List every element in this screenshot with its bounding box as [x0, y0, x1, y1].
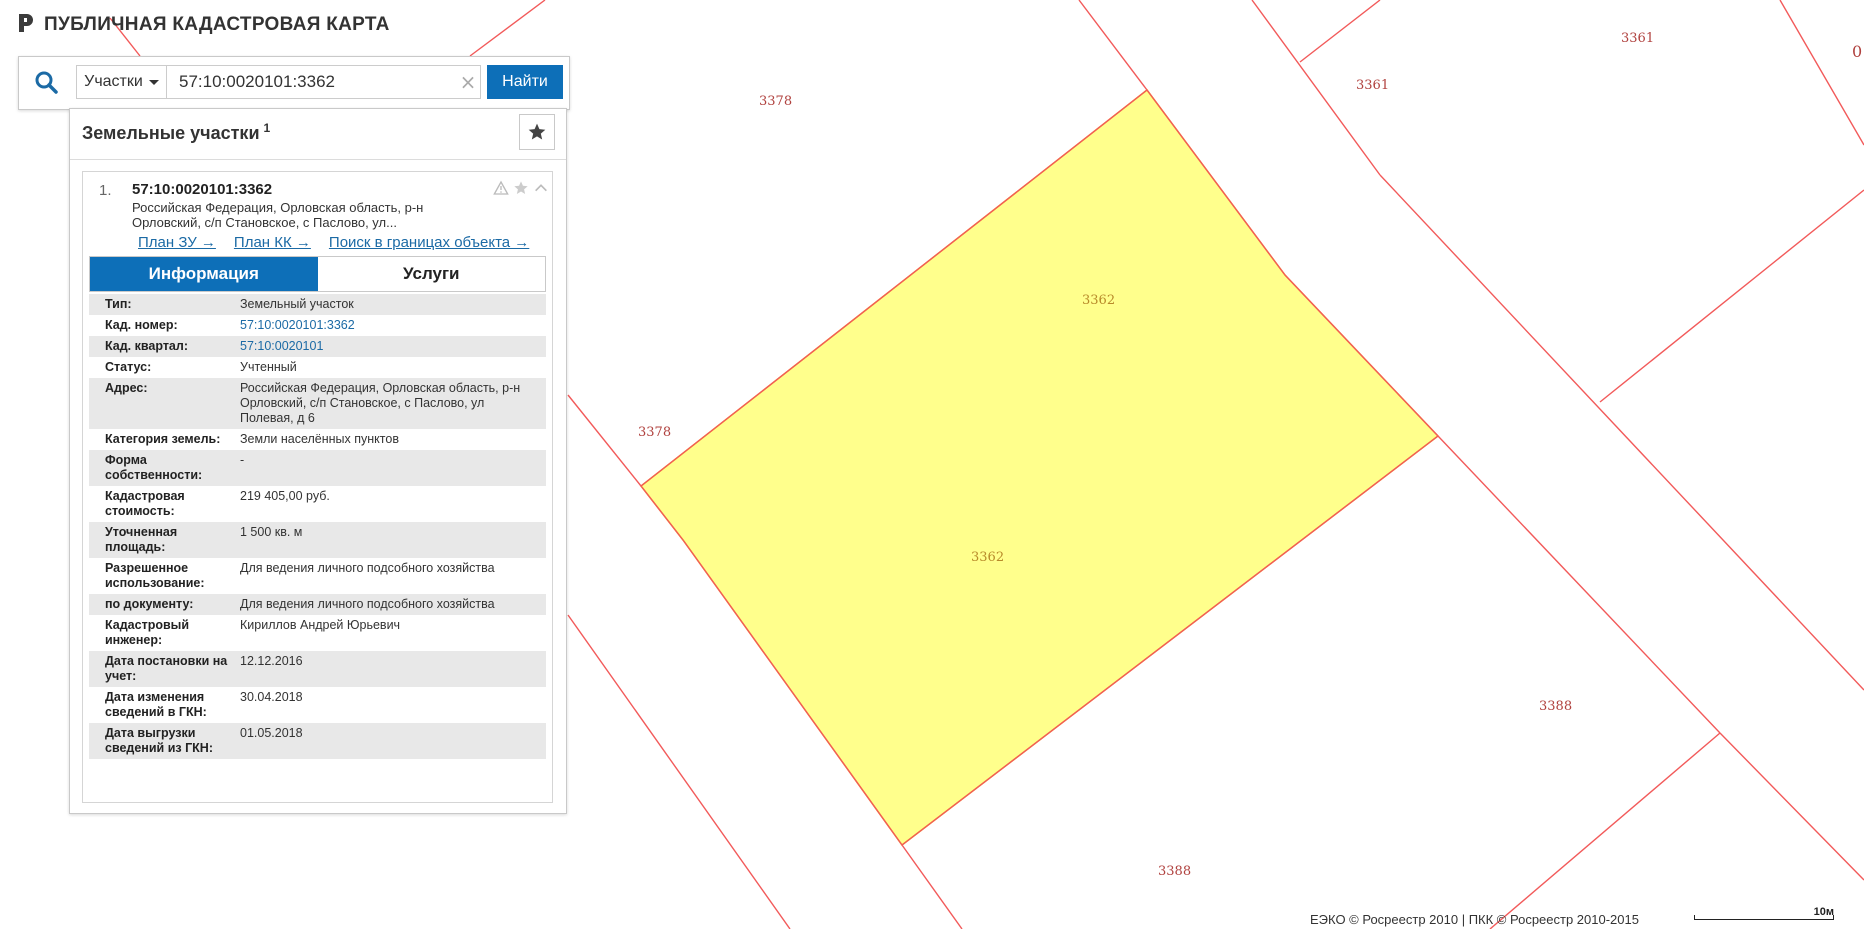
star-icon[interactable] — [513, 180, 529, 196]
map-label-3362: 3362 — [971, 550, 1005, 565]
map-attribution: ЕЭКО © Росреестр 2010 | ПКК © Росреестр … — [1310, 912, 1639, 927]
results-panel: Земельные участки 1 1. 57:10:0020101:3362… — [69, 108, 567, 814]
map-label-3388: 3388 — [1158, 864, 1192, 879]
result-address: Российская Федерация, Орловская область,… — [132, 200, 424, 230]
map-label-0: 0 — [1852, 42, 1863, 61]
result-card: 1. 57:10:0020101:3362 Российская Федерац… — [82, 171, 553, 803]
brand[interactable]: ПУБЛИЧНАЯ КАДАСТРОВАЯ КАРТА — [18, 12, 390, 38]
info-row-registered: Дата постановки на учет: 12.12.2016 — [89, 651, 546, 687]
favorites-button[interactable] — [519, 114, 555, 150]
map-label-3378: 3378 — [638, 425, 672, 440]
map-label-3378: 3378 — [759, 94, 793, 109]
result-count: 1 — [263, 121, 271, 135]
tab-services[interactable]: Услуги — [317, 257, 545, 291]
clear-search-icon[interactable]: × — [457, 66, 479, 98]
plan-zu-link[interactable]: План ЗУ → — [138, 234, 216, 251]
map-label-3361: 3361 — [1356, 78, 1390, 93]
star-icon — [528, 123, 546, 140]
search-in-bounds-link[interactable]: Поиск в границах объекта → — [329, 234, 529, 251]
map-label-3361: 3361 — [1621, 31, 1655, 46]
info-row-permitted-use: Разрешенное использование: Для ведения л… — [89, 558, 546, 594]
pkk-logo-icon — [18, 12, 36, 38]
cad-number-link[interactable]: 57:10:0020101:3362 — [240, 318, 546, 333]
cad-quarter-link[interactable]: 57:10:0020101 — [240, 339, 546, 354]
card-links: План ЗУ → План КК → Поиск в границах объ… — [138, 234, 529, 251]
tab-info[interactable]: Информация — [90, 257, 318, 291]
info-row-status: Статус: Учтенный — [89, 357, 546, 378]
app-title: ПУБЛИЧНАЯ КАДАСТРОВАЯ КАРТА — [44, 14, 390, 35]
search-input[interactable] — [166, 65, 481, 99]
info-row-exported: Дата выгрузки сведений из ГКН: 01.05.201… — [89, 723, 546, 759]
info-row-area: Уточненная площадь: 1 500 кв. м — [89, 522, 546, 558]
info-row-land-category: Категория земель: Земли населённых пункт… — [89, 429, 546, 450]
info-row-ownership: Форма собственности: - — [89, 450, 546, 486]
chevron-up-icon[interactable] — [533, 180, 549, 196]
info-row-address: Адрес: Российская Федерация, Орловская о… — [89, 378, 546, 429]
plan-kk-link[interactable]: План КК → — [234, 234, 311, 251]
result-index: 1. — [99, 182, 112, 199]
search-type-label: Участки — [84, 73, 143, 90]
search-type-dropdown[interactable]: Участки — [76, 65, 166, 99]
map-label-3362: 3362 — [1082, 293, 1116, 308]
scale-bar: 10м — [1694, 906, 1834, 922]
panel-header: Земельные участки 1 — [70, 109, 566, 160]
info-row-cad-quarter: Кад. квартал: 57:10:0020101 — [89, 336, 546, 357]
panel-title-text: Земельные участки — [82, 123, 260, 143]
info-row-changed: Дата изменения сведений в ГКН: 30.04.201… — [89, 687, 546, 723]
warning-icon[interactable] — [493, 180, 509, 196]
search-bar: Участки × Найти — [18, 56, 570, 110]
card-tabs: Информация Услуги — [89, 256, 546, 292]
result-cad-number[interactable]: 57:10:0020101:3362 — [132, 181, 272, 198]
scale-line — [1694, 915, 1834, 920]
card-tools — [493, 180, 549, 196]
selected-parcel-3362[interactable] — [639, 88, 1440, 847]
find-button[interactable]: Найти — [487, 65, 563, 99]
info-row-engineer: Кадастровый инженер: Кириллов Андрей Юрь… — [89, 615, 546, 651]
info-row-cad-value: Кадастровая стоимость: 219 405,00 руб. — [89, 486, 546, 522]
panel-title: Земельные участки 1 — [82, 121, 270, 144]
info-row-type: Тип: Земельный участок — [89, 294, 546, 315]
info-row-by-document: по документу: Для ведения личного подсоб… — [89, 594, 546, 615]
chevron-down-icon — [148, 79, 159, 85]
map-label-3388: 3388 — [1539, 699, 1573, 714]
info-table: Тип: Земельный участок Кад. номер: 57:10… — [89, 294, 546, 759]
search-icon[interactable] — [29, 65, 63, 99]
info-row-cad-number: Кад. номер: 57:10:0020101:3362 — [89, 315, 546, 336]
